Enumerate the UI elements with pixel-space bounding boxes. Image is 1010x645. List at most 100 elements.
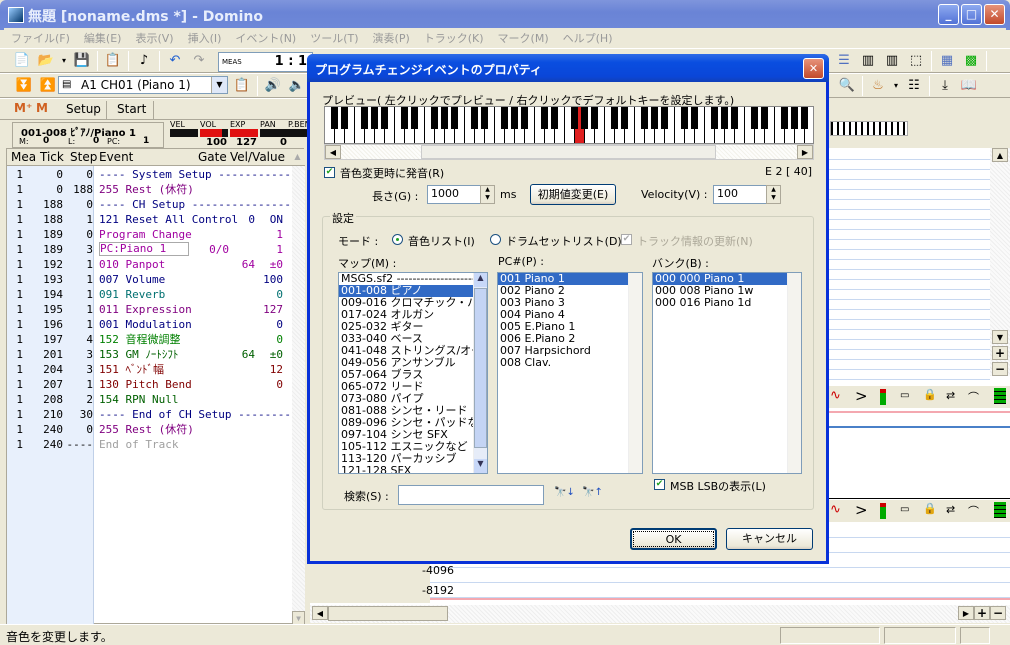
- black-key[interactable]: [681, 107, 688, 129]
- scroll-down-button[interactable]: ▼: [292, 611, 305, 625]
- meter-icon[interactable]: ▩: [961, 51, 981, 71]
- sound-on-change-checkbox[interactable]: ✔: [324, 167, 335, 178]
- event-row[interactable]: 1 195 1 011 Expression 127: [7, 302, 292, 317]
- zoom-out-button[interactable]: −: [992, 362, 1008, 376]
- event-row[interactable]: 1 210 30 ---- End of CH Setup ----------: [7, 407, 304, 422]
- zoom-in-button[interactable]: +: [992, 346, 1008, 360]
- black-key[interactable]: [541, 107, 548, 129]
- preview-keyboard[interactable]: [324, 106, 814, 144]
- horizontal-scrollbar[interactable]: ◀ ▶ + −: [310, 605, 1010, 623]
- vertical-scrollbar[interactable]: ▲ ▼ + −: [990, 148, 1010, 376]
- minimize-button[interactable]: _: [938, 4, 959, 25]
- black-key[interactable]: [551, 107, 558, 129]
- book-icon[interactable]: 📖: [959, 76, 979, 96]
- black-key[interactable]: [711, 107, 718, 129]
- track-select[interactable]: ▤ A1 CH01 (Piano 1) ▼: [58, 76, 228, 94]
- col-mea[interactable]: Mea: [11, 150, 36, 164]
- black-key[interactable]: [641, 107, 648, 129]
- track-up-icon[interactable]: ⏫: [38, 76, 58, 96]
- event-row[interactable]: 1 194 1 091 Reverb 0: [7, 287, 292, 302]
- col-step[interactable]: Step: [70, 150, 97, 164]
- scroll-up-button[interactable]: ▲: [291, 149, 304, 165]
- event-row[interactable]: 1 201 3 153 GM ﾉｰﾄｼﾌﾄ 64 ±0: [7, 347, 292, 362]
- zoom-out-button[interactable]: −: [990, 606, 1006, 620]
- open-folder-icon[interactable]: 📂: [36, 51, 56, 71]
- mode-voice-radio[interactable]: [392, 234, 403, 245]
- black-key[interactable]: [521, 107, 528, 129]
- black-key[interactable]: [481, 107, 488, 129]
- scroll-down-button[interactable]: ▼: [474, 459, 487, 473]
- event-row[interactable]: 1 0 0 ---- System Setup -------------: [7, 167, 304, 182]
- setup-button[interactable]: Setup: [66, 102, 101, 116]
- col-tick[interactable]: Tick: [40, 150, 64, 164]
- black-key[interactable]: [381, 107, 388, 129]
- curve-icon[interactable]: ⌒: [968, 389, 979, 405]
- select-icon[interactable]: ⬚: [906, 51, 926, 71]
- menu-file[interactable]: ファイル(F): [4, 28, 77, 48]
- maximize-button[interactable]: □: [961, 4, 982, 25]
- range-icon[interactable]: ⇄: [946, 503, 955, 516]
- black-key[interactable]: [721, 107, 728, 129]
- map-scrollbar[interactable]: ▲ ▼: [473, 273, 487, 473]
- save-icon[interactable]: 💾: [72, 51, 92, 71]
- msb-lsb-checkbox[interactable]: ✔: [654, 479, 665, 490]
- new-file-icon[interactable]: 📄: [12, 51, 32, 71]
- bank-scrollbar[interactable]: [787, 273, 801, 473]
- solo-icon[interactable]: 🔈: [287, 76, 307, 96]
- black-key[interactable]: [661, 107, 668, 129]
- black-key[interactable]: [591, 107, 598, 129]
- velocity-input[interactable]: 100: [713, 185, 771, 204]
- menu-view[interactable]: 表示(V): [128, 28, 180, 48]
- lock-icon[interactable]: 🔒: [923, 502, 937, 515]
- close-button[interactable]: ✕: [984, 4, 1005, 25]
- black-key[interactable]: [761, 107, 768, 129]
- black-key[interactable]: [651, 107, 658, 129]
- scroll-up-button[interactable]: ▲: [992, 148, 1008, 162]
- list-view-icon[interactable]: ☰: [834, 51, 854, 71]
- event-row[interactable]: 1 189 3 PC:Piano 1 0/0 1: [7, 242, 292, 257]
- mixer-icon[interactable]: [994, 502, 1006, 518]
- pan-icon[interactable]: ▭: [900, 390, 909, 401]
- search-input[interactable]: [398, 485, 544, 505]
- list-item[interactable]: 000 016 Piano 1d: [653, 297, 801, 309]
- marker-icon[interactable]: M: [36, 101, 48, 115]
- black-key[interactable]: [511, 107, 518, 129]
- black-key[interactable]: [431, 107, 438, 129]
- track-down-icon[interactable]: ⏬: [14, 76, 34, 96]
- black-key[interactable]: [411, 107, 418, 129]
- scroll-thumb[interactable]: [421, 145, 716, 159]
- black-key[interactable]: [731, 107, 738, 129]
- black-key[interactable]: [441, 107, 448, 129]
- black-key[interactable]: [801, 107, 808, 129]
- track1-icon[interactable]: ▥: [858, 51, 878, 71]
- black-key[interactable]: [611, 107, 618, 129]
- scroll-left-button[interactable]: ◀: [325, 145, 341, 159]
- dialog-close-button[interactable]: ✕: [803, 58, 824, 79]
- onion-icon[interactable]: ♨: [868, 76, 888, 96]
- length-input[interactable]: 1000: [427, 185, 485, 204]
- black-key[interactable]: [451, 107, 458, 129]
- scroll-down-button[interactable]: ▼: [992, 330, 1008, 344]
- cancel-button[interactable]: キャンセル: [726, 528, 813, 550]
- list-item[interactable]: 121-128 SFX: [339, 465, 487, 474]
- black-key[interactable]: [341, 107, 348, 129]
- redo-icon[interactable]: ↷: [189, 51, 209, 71]
- black-key[interactable]: [581, 107, 588, 129]
- track-list-icon[interactable]: ☷: [904, 76, 924, 96]
- event-row[interactable]: 1 240 0 255 Rest (休符): [7, 422, 292, 437]
- curve-icon[interactable]: ⌒: [968, 503, 979, 519]
- scroll-right-button[interactable]: ▶: [958, 606, 974, 620]
- scroll-up-button[interactable]: ▲: [474, 273, 487, 287]
- event-row[interactable]: 1 189 0 Program Change 1: [7, 227, 292, 242]
- wave-icon[interactable]: ∿: [830, 502, 841, 517]
- event-row[interactable]: 1 193 1 007 Volume 100: [7, 272, 292, 287]
- menu-event[interactable]: イベント(N): [228, 28, 303, 48]
- event-row[interactable]: 1 204 3 151 ﾍﾞﾝﾄﾞ幅 12: [7, 362, 292, 377]
- lock-icon[interactable]: 🔒: [923, 388, 937, 401]
- col-event[interactable]: Event: [99, 150, 133, 164]
- scroll-left-button[interactable]: ◀: [312, 606, 328, 620]
- black-key[interactable]: [751, 107, 758, 129]
- reset-default-button[interactable]: 初期値変更(E): [530, 184, 616, 205]
- search-prev-icon[interactable]: 🔭↑: [582, 487, 603, 498]
- zoom-in-button[interactable]: +: [974, 606, 990, 620]
